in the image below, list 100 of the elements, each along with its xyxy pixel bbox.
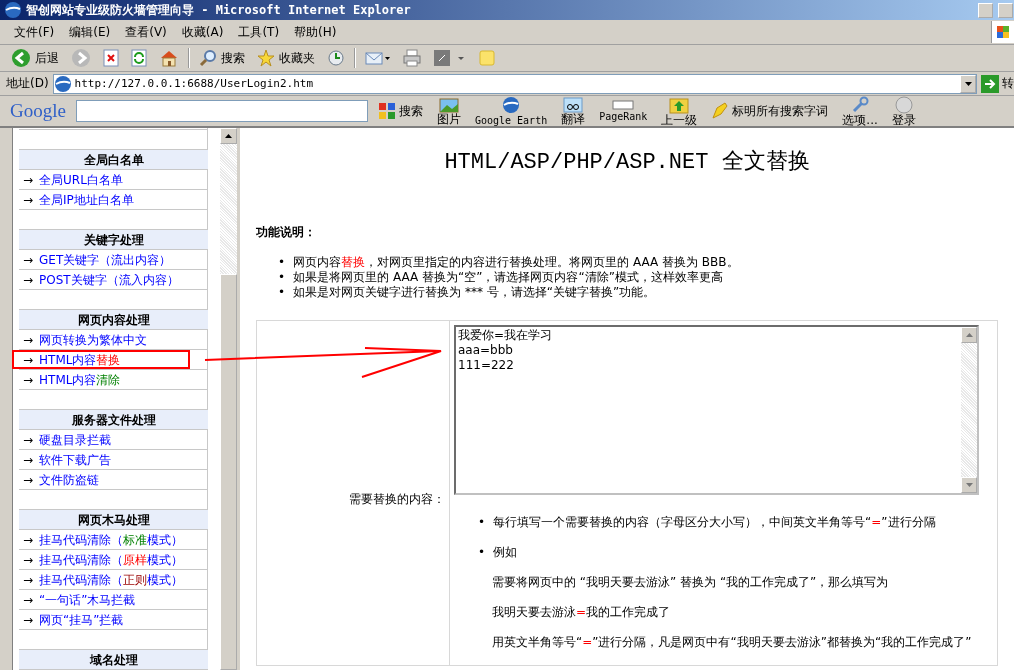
field-label: 需要替换的内容： — [349, 492, 445, 506]
section-label: 功能说明： — [256, 224, 317, 241]
folder-up-icon — [669, 95, 690, 114]
sidebar-link[interactable]: → 全局URL白名单 — [19, 170, 208, 190]
window-title: 智创网站专业级防火墙管理向导 - Microsoft Internet Explorer — [26, 1, 411, 19]
images-button[interactable]: 图片 — [432, 96, 465, 126]
maximize-button[interactable] — [998, 2, 1013, 18]
google-search-field[interactable] — [75, 100, 368, 122]
hint-text: 每行填写一个需要替换的内容（字母区分大小写），中间英文半角等号“=”进行分隔 — [493, 515, 936, 530]
arrow-icon: → — [23, 573, 34, 589]
search-button[interactable]: 搜索 — [196, 49, 248, 67]
sidebar-link[interactable]: → “一句话”木马拦截 — [19, 590, 208, 610]
sidebar-link[interactable]: → 网页转换为繁体中文 — [19, 330, 208, 350]
up-triangle-icon — [965, 333, 973, 337]
down-triangle-icon — [964, 81, 972, 86]
arrow-icon: → — [23, 593, 34, 609]
sidebar-link[interactable]: → HTML内容清除 — [19, 370, 208, 390]
arrow-icon: → — [23, 353, 34, 369]
down-triangle-icon — [965, 483, 973, 487]
arrow-icon: → — [23, 613, 34, 629]
stop-button[interactable] — [100, 49, 122, 67]
printer-icon — [403, 49, 421, 67]
menu-item[interactable]: 收藏(A) — [175, 23, 233, 41]
dropdown-button[interactable] — [960, 74, 976, 93]
section-header: 全局白名单 — [19, 150, 208, 170]
minimize-button[interactable] — [978, 2, 993, 18]
sidebar-link[interactable]: → 软件下载广告 — [19, 450, 208, 470]
bullet-icon: • — [478, 545, 486, 560]
options-button[interactable]: 选项... — [838, 95, 882, 127]
example-text: 需要将网页中的 “我明天要去游泳” 替换为 “我的工作完成了”，那么填写为 — [492, 575, 890, 590]
globe-icon — [502, 95, 521, 114]
section-header: 关键字处理 — [19, 230, 208, 250]
sidebar-link[interactable]: → HTML内容替换 — [19, 350, 208, 370]
section-header: 服务器文件处理 — [19, 410, 208, 430]
back-button[interactable]: 后退 — [8, 48, 62, 68]
note-text: 如果是将网页里的 AAA 替换为“空”，请选择网页内容“清除”模式，这样效率更高 — [293, 270, 723, 285]
browser-logo-icon — [4, 1, 22, 19]
sidebar-link[interactable]: → 硬盘目录拦截 — [19, 430, 208, 450]
address-field[interactable]: http://127.0.0.1:6688/UserLogin2.htm — [52, 73, 977, 94]
sidebar-link[interactable]: → 挂马代码清除（正则模式） — [19, 570, 208, 590]
sidebar-link[interactable]: → 全局IP地址白名单 — [19, 190, 208, 210]
section-header: 网页内容处理 — [19, 310, 208, 330]
arrow-icon: → — [23, 533, 34, 549]
bullet-icon: • — [278, 255, 286, 270]
print-button[interactable] — [400, 49, 424, 67]
wrench-icon — [851, 95, 870, 114]
arrow-icon: → — [23, 453, 34, 469]
replacement-textarea[interactable]: 我爱你=我在学习 aaa=bbb 111=222 — [454, 325, 979, 495]
arrow-icon: → — [23, 253, 34, 269]
scrollbar[interactable] — [961, 327, 977, 493]
hint-text: 例如 — [493, 545, 518, 560]
sidebar-link[interactable]: → POST关键字（流入内容） — [19, 270, 208, 290]
sidebar-link[interactable]: → 网页“挂马”拦截 — [19, 610, 208, 630]
menu-item[interactable]: 文件(F) — [8, 23, 64, 41]
pagerank-button[interactable]: PageRank — [595, 99, 652, 123]
sidebar-link[interactable]: → 挂马代码清除（原样模式） — [19, 550, 208, 570]
example-text: 我明天要去游泳=我的工作完成了 — [492, 605, 672, 620]
scrollbar[interactable] — [220, 128, 237, 670]
menu-item[interactable]: 编辑(E) — [63, 23, 120, 41]
address-label: 地址(D) — [6, 75, 49, 92]
favorites-button[interactable]: 收藏夹 — [254, 49, 318, 67]
refresh-icon — [131, 49, 147, 67]
note-icon — [479, 50, 495, 66]
google-logo: Google — [10, 100, 66, 122]
arrow-icon: → — [23, 273, 34, 289]
sidebar-link[interactable]: → GET关键字（流出内容） — [19, 250, 208, 270]
picture-icon — [438, 96, 459, 113]
note-text: 如果是对网页关键字进行替换为 *** 号，请选择“关键字替换”功能。 — [293, 285, 656, 300]
menu-item[interactable]: 查看(V) — [119, 23, 176, 41]
bullet-icon: • — [278, 270, 286, 285]
squares-icon — [377, 102, 396, 120]
refresh-button[interactable] — [128, 49, 150, 67]
section-header: 域名处理 — [19, 650, 208, 670]
menu-item[interactable]: 工具(T) — [232, 23, 289, 41]
translate-button[interactable]: 翻译 — [557, 96, 590, 126]
bullet-icon: • — [278, 285, 286, 300]
go-button[interactable]: 转 — [981, 74, 1014, 93]
bullet-icon: • — [478, 515, 486, 530]
arrow-icon: → — [23, 373, 34, 389]
up-button[interactable]: 上一级 — [657, 95, 702, 127]
login-button[interactable]: 登录 — [887, 95, 920, 127]
earth-button[interactable]: Google Earth — [470, 95, 552, 127]
square-icon — [433, 49, 467, 67]
highlight-button[interactable]: 标明所有搜索字词 — [707, 102, 833, 120]
arrow-icon: → — [23, 193, 34, 209]
section-header: 网页木马处理 — [19, 510, 208, 530]
sidebar-link[interactable]: → 文件防盗链 — [19, 470, 208, 490]
search-icon — [199, 49, 217, 67]
sidebar-link[interactable]: → 挂马代码清除（标准模式） — [19, 530, 208, 550]
google-search-button[interactable]: 搜索 — [373, 102, 427, 120]
house-icon — [159, 49, 179, 67]
arrow-icon: → — [23, 173, 34, 189]
up-triangle-icon — [225, 134, 232, 138]
example-text: 用英文半角等号“=”进行分隔，凡是网页中有“我明天要去游泳”都替换为“我的工作完成了” — [492, 635, 973, 650]
menu-item[interactable]: 帮助(H) — [288, 23, 346, 41]
clock-icon — [327, 49, 345, 67]
page-title: HTML/ASP/PHP/ASP.NET 全文替换 — [443, 148, 811, 176]
bar-icon — [612, 99, 635, 110]
highlighter-icon — [711, 102, 730, 120]
stop-icon — [103, 49, 119, 67]
